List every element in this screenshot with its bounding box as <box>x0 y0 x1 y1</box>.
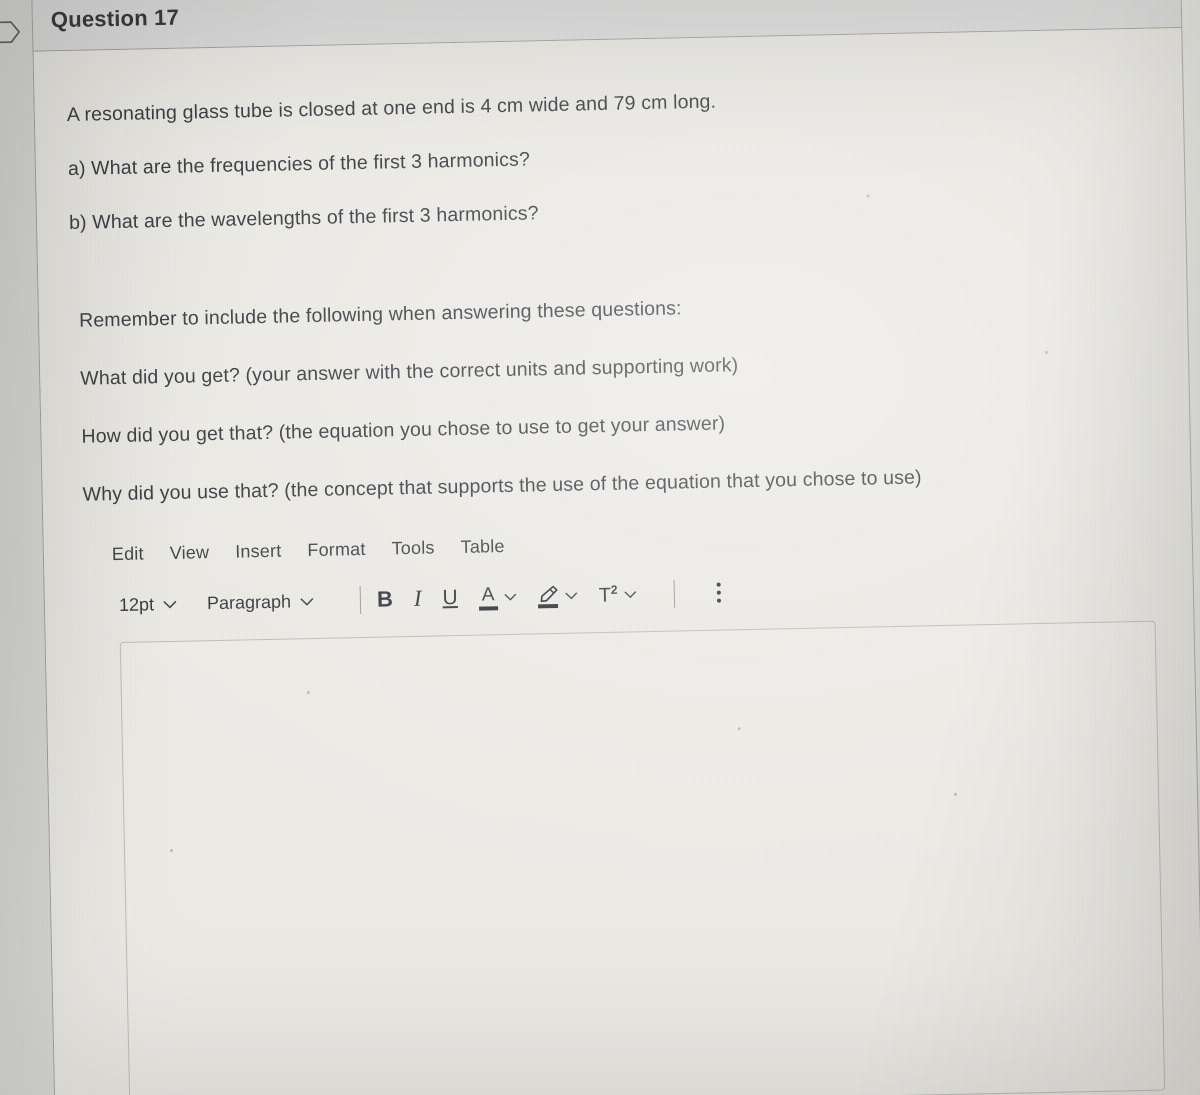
editor-toolbar: 12pt Paragraph B I U A T2 <box>101 569 1191 619</box>
menu-item-view[interactable]: View <box>170 542 210 564</box>
highlight-color-swatch <box>538 603 559 608</box>
prompt-line-b: b) What are the wavelengths of the first… <box>68 202 539 234</box>
menu-item-table[interactable]: Table <box>460 536 504 558</box>
underline-button[interactable]: U <box>442 586 458 610</box>
instruction-why: Why did you use that? (the concept that … <box>82 466 922 506</box>
highlight-color-button[interactable] <box>537 584 578 608</box>
text-color-icon: A <box>478 583 498 611</box>
toolbar-divider <box>673 579 675 608</box>
bold-button[interactable]: B <box>377 586 393 612</box>
menu-item-edit[interactable]: Edit <box>112 543 144 565</box>
menu-item-insert[interactable]: Insert <box>235 541 282 563</box>
chevron-down-icon[interactable] <box>624 590 637 599</box>
chevron-down-icon <box>300 596 314 606</box>
prompt-line-a: a) What are the frequencies of the first… <box>67 148 531 180</box>
highlighter-pen-icon <box>537 584 559 608</box>
dust-speck <box>953 792 958 796</box>
font-size-select[interactable]: 12pt <box>119 593 177 615</box>
more-options-icon[interactable] <box>716 582 721 603</box>
screen-content: Question 17 A resonating glass tube is c… <box>0 0 1200 1095</box>
kebab-dot <box>716 598 721 603</box>
text-color-button[interactable]: A <box>478 583 517 611</box>
page-title: Question 17 <box>50 4 180 33</box>
flag-outline-icon[interactable] <box>0 20 21 45</box>
screen-photo: Question 17 A resonating glass tube is c… <box>0 0 1200 1095</box>
dust-speck <box>866 194 870 198</box>
question-body: A resonating glass tube is closed at one… <box>33 28 1200 1095</box>
block-format-value: Paragraph <box>206 590 292 613</box>
dust-speck <box>1044 350 1048 354</box>
text-color-swatch <box>478 605 498 611</box>
kebab-dot <box>716 590 721 595</box>
dust-speck <box>737 727 741 731</box>
question-prompt: A resonating glass tube is closed at one… <box>67 80 1170 264</box>
font-size-value: 12pt <box>118 593 155 615</box>
block-format-select[interactable]: Paragraph <box>207 590 314 613</box>
dust-speck <box>306 691 310 695</box>
text-color-letter: A <box>481 583 495 606</box>
dust-speck <box>169 848 174 852</box>
instruction-intro: Remember to include the following when a… <box>78 297 682 332</box>
prompt-line-1: A resonating glass tube is closed at one… <box>66 90 717 126</box>
instruction-how: How did you get that? (the equation you … <box>81 412 726 448</box>
superscript-base: T <box>598 584 612 607</box>
menu-item-format[interactable]: Format <box>307 539 366 561</box>
superscript-button[interactable]: T2 <box>598 582 637 607</box>
superscript-icon: T2 <box>598 582 617 607</box>
answer-instructions: Remember to include the following when a… <box>79 286 1194 541</box>
chevron-down-icon <box>163 599 177 609</box>
superscript-exponent: 2 <box>610 582 618 597</box>
toolbar-divider <box>359 586 362 615</box>
kebab-dot <box>716 582 721 587</box>
italic-button[interactable]: I <box>414 586 422 612</box>
menu-item-tools[interactable]: Tools <box>391 537 434 559</box>
answer-text-area[interactable] <box>119 620 1166 1095</box>
chevron-down-icon[interactable] <box>504 593 517 601</box>
chevron-down-icon[interactable] <box>565 592 578 600</box>
instruction-what: What did you get? (your answer with the … <box>80 354 739 390</box>
